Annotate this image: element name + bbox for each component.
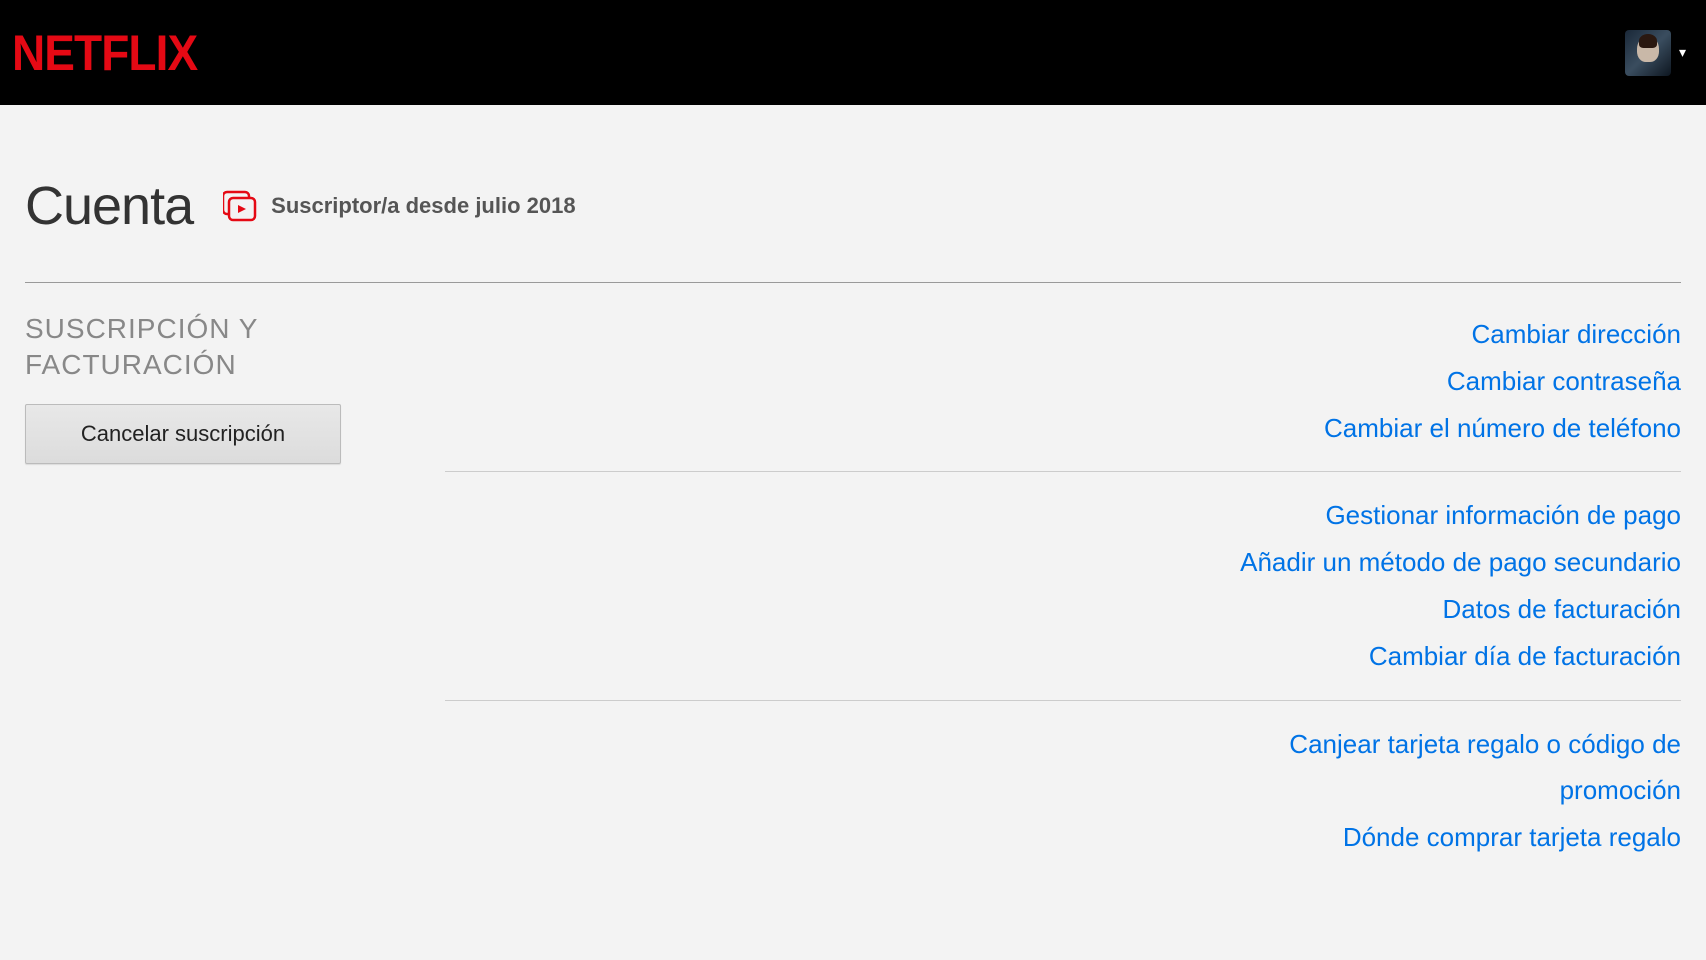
- where-buy-gift-link[interactable]: Dónde comprar tarjeta regalo: [1343, 814, 1681, 861]
- page-header: Cuenta Suscriptor/a desde julio 2018: [25, 175, 1681, 283]
- member-since-text: Suscriptor/a desde julio 2018: [271, 193, 575, 219]
- redeem-gift-link[interactable]: Canjear tarjeta regalo o código de promo…: [1161, 721, 1681, 815]
- link-group-gift: Canjear tarjeta regalo o código de promo…: [445, 721, 1681, 861]
- member-since-badge: Suscriptor/a desde julio 2018: [223, 189, 575, 223]
- page-title: Cuenta: [25, 175, 193, 237]
- member-since-icon: [223, 189, 257, 223]
- caret-down-icon: ▾: [1679, 44, 1686, 61]
- change-billing-day-link[interactable]: Cambiar día de facturación: [1369, 633, 1681, 680]
- netflix-logo[interactable]: NETFLIX: [12, 24, 197, 82]
- add-secondary-payment-link[interactable]: Añadir un método de pago secundario: [1240, 539, 1681, 586]
- section-left: SUSCRIPCIÓN Y FACTURACIÓN Cancelar suscr…: [25, 311, 445, 861]
- manage-payment-link[interactable]: Gestionar información de pago: [1325, 492, 1681, 539]
- change-password-link[interactable]: Cambiar contraseña: [1447, 358, 1681, 405]
- app-header: NETFLIX ▾: [0, 0, 1706, 105]
- subscription-billing-section: SUSCRIPCIÓN Y FACTURACIÓN Cancelar suscr…: [25, 283, 1681, 861]
- link-group-payment: Gestionar información de pago Añadir un …: [445, 492, 1681, 700]
- cancel-subscription-button[interactable]: Cancelar suscripción: [25, 404, 341, 464]
- change-phone-link[interactable]: Cambiar el número de teléfono: [1324, 405, 1681, 452]
- change-address-link[interactable]: Cambiar dirección: [1471, 311, 1681, 358]
- section-right: Cambiar dirección Cambiar contraseña Cam…: [445, 311, 1681, 861]
- section-title: SUSCRIPCIÓN Y FACTURACIÓN: [25, 311, 445, 384]
- main-content: Cuenta Suscriptor/a desde julio 2018 SUS…: [0, 105, 1706, 861]
- link-group-account: Cambiar dirección Cambiar contraseña Cam…: [445, 311, 1681, 472]
- billing-details-link[interactable]: Datos de facturación: [1443, 586, 1681, 633]
- profile-menu[interactable]: ▾: [1625, 30, 1686, 76]
- avatar: [1625, 30, 1671, 76]
